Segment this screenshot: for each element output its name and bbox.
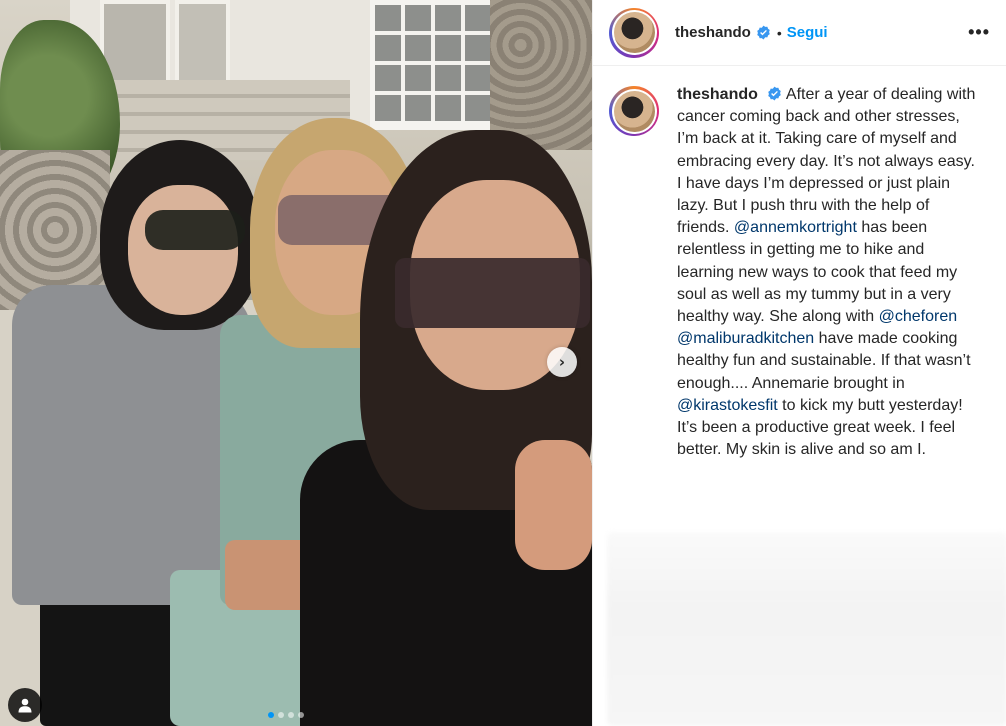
user-tag-icon [18, 698, 32, 713]
person-left-face [128, 185, 238, 315]
blurred-comments-area [607, 532, 1006, 726]
caption-username[interactable]: theshando [677, 86, 758, 103]
more-options-icon[interactable]: ••• [968, 22, 990, 43]
avatar[interactable] [609, 7, 659, 58]
verified-badge-icon [757, 25, 770, 40]
house-window [370, 0, 510, 130]
follow-button[interactable]: Segui [787, 24, 828, 41]
avatar[interactable] [609, 86, 659, 136]
mention-link[interactable]: @kirastokesfit [677, 397, 778, 414]
person-left-shirt [12, 285, 252, 605]
caption-body: After a year of dealing with cancer comi… [677, 86, 975, 458]
person-right-hand [515, 440, 592, 570]
verified-badge-icon [768, 86, 782, 101]
caption-segment: After a year of dealing with cancer comi… [677, 86, 976, 237]
person-right-sunglasses [395, 258, 590, 328]
post-header: theshando • Segui ••• [593, 0, 1006, 66]
carousel-dot [268, 712, 274, 718]
mention-link[interactable]: @maliburadkitchen [677, 330, 814, 347]
header-username[interactable]: theshando [675, 24, 751, 41]
caption-block: theshando After a year of dealing with c… [593, 66, 1006, 461]
carousel-dot [288, 712, 294, 718]
carousel-dot [298, 712, 304, 718]
post-photo[interactable]: › [0, 0, 592, 726]
person-left-sunglasses [145, 210, 245, 250]
stone-wall [490, 0, 592, 150]
carousel-indicator [268, 712, 304, 718]
separator-dot: • [776, 24, 782, 41]
mention-link[interactable]: @annemkortright [734, 219, 857, 236]
carousel-dot [278, 712, 284, 718]
post-side-panel: theshando • Segui ••• theshando After a … [592, 0, 1006, 726]
avatar-image [613, 90, 655, 132]
carousel-next-button[interactable]: › [547, 347, 577, 377]
user-tag-button[interactable] [8, 688, 42, 722]
caption-text: theshando After a year of dealing with c… [677, 84, 982, 461]
avatar-image [613, 12, 655, 53]
mention-link[interactable]: @cheforen [879, 308, 958, 325]
chevron-right-icon: › [558, 353, 566, 371]
